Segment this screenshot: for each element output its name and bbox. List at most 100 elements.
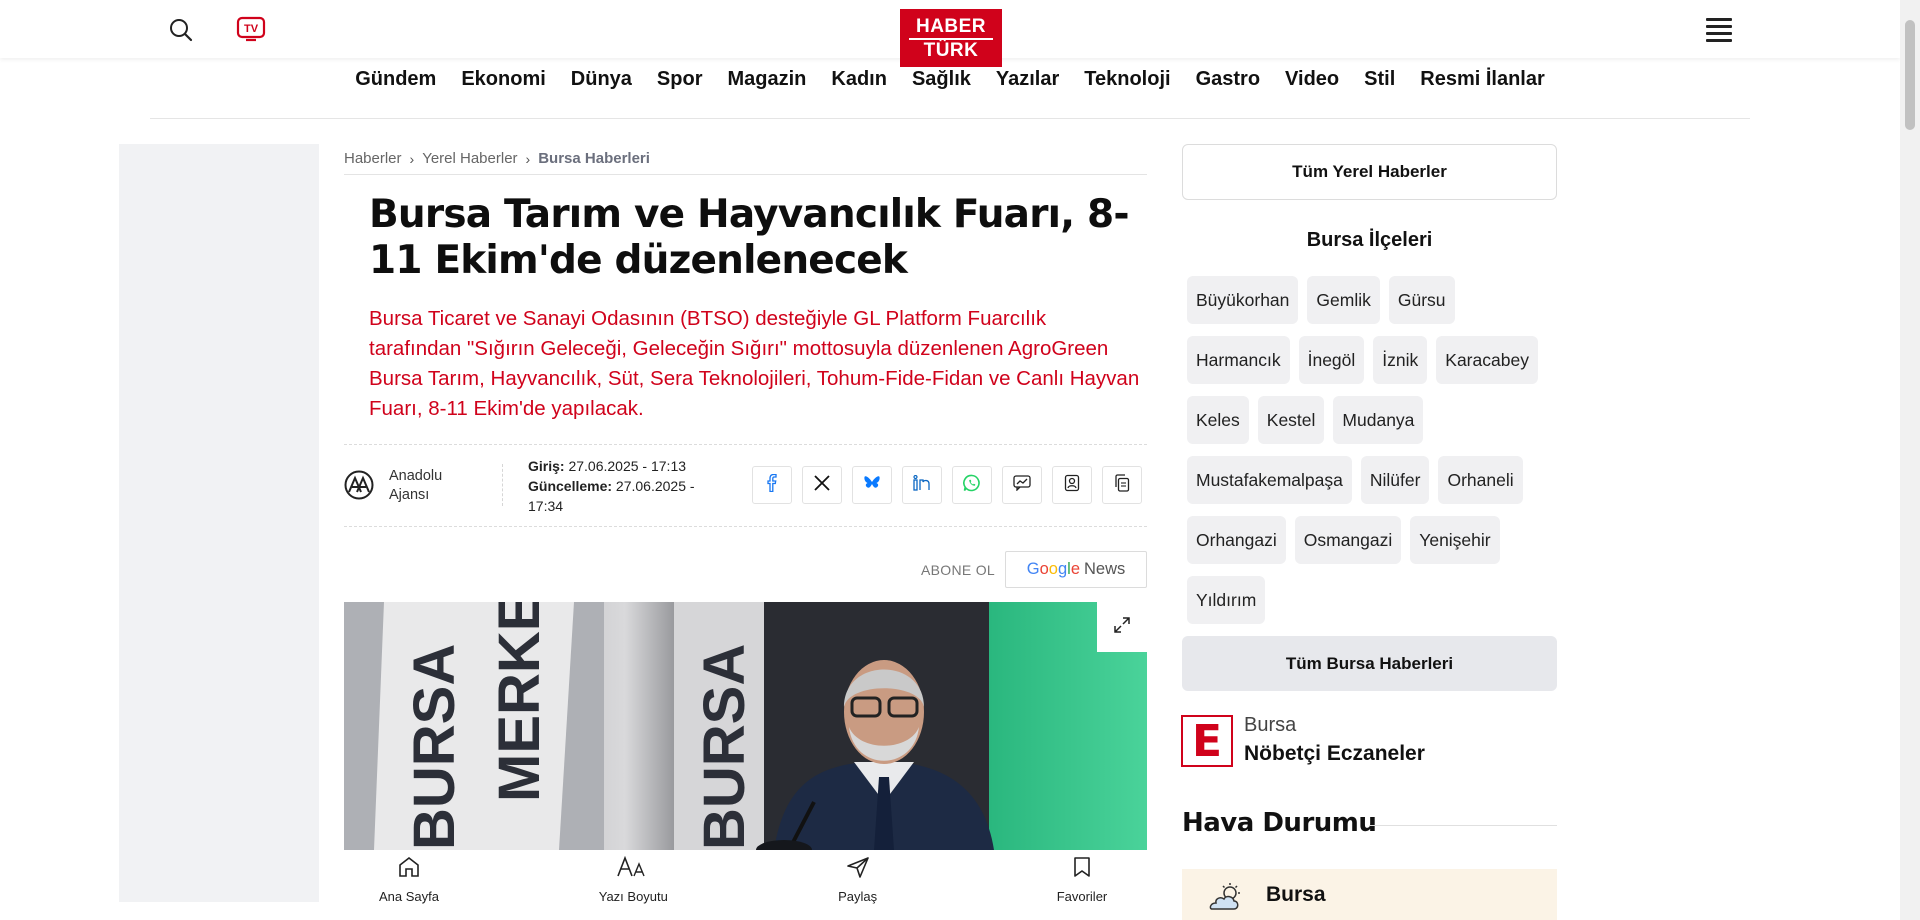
expand-icon bbox=[1113, 616, 1131, 639]
meta-separator bbox=[502, 464, 503, 506]
comment-share-button[interactable] bbox=[1002, 466, 1042, 504]
share-icon bbox=[846, 856, 870, 881]
share-button[interactable]: Paylaş bbox=[813, 856, 903, 920]
linkedin-icon bbox=[913, 474, 931, 496]
bluesky-share-button[interactable] bbox=[852, 466, 892, 504]
partly-cloudy-icon bbox=[1206, 883, 1246, 916]
district-chip[interactable]: Keles bbox=[1187, 396, 1249, 444]
pharmacy-title[interactable]: Nöbetçi Eczaneler bbox=[1244, 742, 1425, 766]
font-size-label: Yazı Boyutu bbox=[598, 889, 668, 904]
breadcrumb-haberler[interactable]: Haberler bbox=[344, 150, 402, 167]
nav-item-sa-l-k[interactable]: Sağlık bbox=[899, 68, 983, 91]
district-chip[interactable]: Yenişehir bbox=[1410, 516, 1500, 564]
facebook-share-button[interactable] bbox=[752, 466, 792, 504]
whatsapp-icon bbox=[963, 474, 981, 497]
gnews-news-label: News bbox=[1084, 560, 1126, 578]
weather-card[interactable]: Bursa bbox=[1182, 869, 1557, 920]
district-chip[interactable]: Yıldırım bbox=[1187, 576, 1266, 624]
gnews-letter: g bbox=[1057, 560, 1068, 578]
all-bursa-news-button[interactable]: Tüm Bursa Haberleri bbox=[1182, 636, 1557, 691]
favorites-button[interactable]: Favoriler bbox=[1037, 856, 1127, 920]
district-chip[interactable]: Orhangazi bbox=[1187, 516, 1286, 564]
pharmacy-city[interactable]: Bursa bbox=[1244, 714, 1296, 737]
scrollbar[interactable] bbox=[1900, 0, 1920, 920]
district-chip[interactable]: Büyükorhan bbox=[1187, 276, 1299, 324]
article-title: Bursa Tarım ve Hayvancılık Fuarı, 8-11 E… bbox=[369, 192, 1130, 283]
menu-icon[interactable] bbox=[1706, 18, 1732, 42]
share-buttons bbox=[752, 466, 1142, 504]
nav-item-kad-n[interactable]: Kadın bbox=[819, 68, 900, 91]
nav-item-resmi-i-lanlar[interactable]: Resmi İlanlar bbox=[1408, 68, 1558, 91]
district-chip[interactable]: Mudanya bbox=[1333, 396, 1424, 444]
article-photo[interactable]: BURSA MERKEZİ BURSA bbox=[344, 602, 1147, 850]
all-local-news-button[interactable]: Tüm Yerel Haberler bbox=[1182, 144, 1557, 200]
breadcrumb: Haberler › Yerel Haberler › Bursa Haberl… bbox=[344, 150, 650, 167]
bluesky-icon bbox=[863, 475, 881, 496]
home-button[interactable]: Ana Sayfa bbox=[364, 856, 454, 920]
district-chip[interactable]: Nilüfer bbox=[1360, 456, 1430, 504]
meta-divider-top bbox=[344, 444, 1147, 445]
left-ad-placeholder bbox=[119, 144, 319, 902]
main-nav: Gündem Ekonomi Dünya Spor Magazin Kadın Sağlık… bbox=[0, 68, 1900, 91]
breadcrumb-yerel-haberler[interactable]: Yerel Haberler bbox=[422, 150, 517, 167]
guncelleme-label: Güncelleme: bbox=[528, 478, 613, 494]
meta-divider-bottom bbox=[344, 526, 1147, 527]
district-chip[interactable]: Karacabey bbox=[1436, 336, 1538, 384]
photo-banner-text: BURSA bbox=[402, 644, 467, 850]
district-chip[interactable]: Harmancık bbox=[1187, 336, 1290, 384]
district-chip[interactable]: Mustafakemalpaşa bbox=[1187, 456, 1352, 504]
weather-title: Hava Durumu bbox=[1182, 808, 1377, 838]
giris-label: Giriş: bbox=[528, 458, 565, 474]
haberturk-logo[interactable]: HABER TÜRK bbox=[900, 9, 1002, 67]
nav-item-gastro[interactable]: Gastro bbox=[1183, 68, 1272, 91]
gnews-letter: o bbox=[1039, 560, 1049, 578]
district-chip[interactable]: Osmangazi bbox=[1294, 516, 1402, 564]
logo-line-1: HABER bbox=[915, 16, 987, 37]
district-chip[interactable]: Gemlik bbox=[1307, 276, 1380, 324]
nav-item-d-nya[interactable]: Dünya bbox=[558, 68, 644, 91]
district-chip[interactable]: Kestel bbox=[1257, 396, 1325, 444]
x-share-button[interactable] bbox=[802, 466, 842, 504]
nav-item-teknoloji[interactable]: Teknoloji bbox=[1072, 68, 1183, 91]
google-news-button[interactable]: Google News bbox=[1005, 551, 1147, 588]
nav-item-stil[interactable]: Stil bbox=[1352, 68, 1408, 91]
nav-item-ekonomi[interactable]: Ekonomi bbox=[449, 68, 558, 91]
home-label: Ana Sayfa bbox=[379, 889, 439, 904]
home-icon bbox=[397, 856, 421, 881]
follow-button[interactable] bbox=[1052, 466, 1092, 504]
district-chip[interactable]: İznik bbox=[1373, 336, 1428, 384]
district-chip[interactable]: Orhaneli bbox=[1438, 456, 1523, 504]
article-dates: Giriş: 27.06.2025 - 17:13 Güncelleme: 27… bbox=[528, 456, 728, 516]
gnews-letter: G bbox=[1026, 560, 1040, 578]
pharmacy-icon[interactable]: E bbox=[1181, 715, 1233, 767]
nav-item-video[interactable]: Video bbox=[1273, 68, 1352, 91]
nav-item-magazin[interactable]: Magazin bbox=[715, 68, 819, 91]
bookmark-icon bbox=[1072, 856, 1092, 881]
linkedin-share-button[interactable] bbox=[902, 466, 942, 504]
nav-item-g-ndem[interactable]: Gündem bbox=[343, 68, 449, 91]
gnews-letter: e bbox=[1070, 560, 1080, 578]
chevron-right-icon: › bbox=[409, 150, 415, 167]
chevron-right-icon: › bbox=[525, 150, 531, 167]
whatsapp-share-button[interactable] bbox=[952, 466, 992, 504]
anadolu-ajansi-logo-icon bbox=[344, 470, 374, 500]
photo-banner-text-2: MERKEZİ bbox=[487, 602, 552, 802]
search-icon[interactable] bbox=[168, 17, 194, 43]
copy-link-button[interactable] bbox=[1102, 466, 1142, 504]
nav-item-yaz-lar[interactable]: Yazılar bbox=[983, 68, 1071, 91]
district-chip[interactable]: Gürsu bbox=[1388, 276, 1455, 324]
copy-icon bbox=[1114, 473, 1130, 497]
gnews-letter: o bbox=[1048, 560, 1058, 578]
breadcrumb-bursa-haberleri[interactable]: Bursa Haberleri bbox=[538, 150, 650, 167]
bottom-action-bar: Ana Sayfa Yazı Boyutu Paylaş Favoriler bbox=[344, 850, 1147, 920]
scrollbar-thumb[interactable] bbox=[1905, 20, 1915, 130]
nav-divider bbox=[150, 118, 1750, 119]
district-chip[interactable]: İnegöl bbox=[1298, 336, 1365, 384]
expand-photo-button[interactable] bbox=[1097, 602, 1147, 652]
tv-label: TV bbox=[244, 23, 259, 35]
districts-title: Bursa İlçeleri bbox=[1306, 229, 1433, 251]
tv-icon[interactable]: TV bbox=[236, 16, 266, 42]
photo-banner-text-1: BURSA bbox=[402, 644, 467, 850]
nav-item-spor[interactable]: Spor bbox=[644, 68, 715, 91]
font-size-button[interactable]: Yazı Boyutu bbox=[588, 855, 678, 920]
